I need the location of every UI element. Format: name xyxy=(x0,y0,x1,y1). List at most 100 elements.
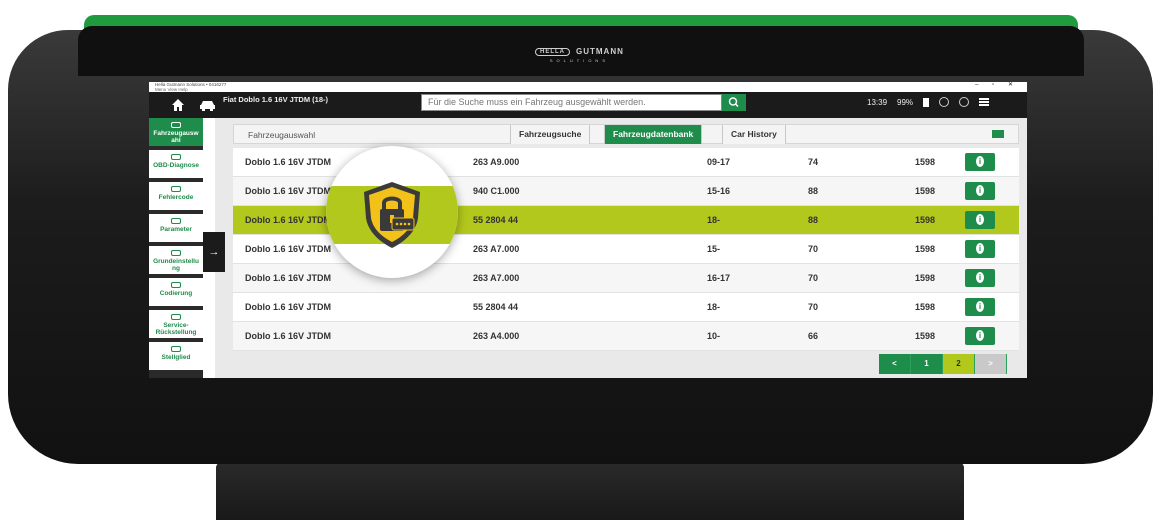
window-controls[interactable]: – ▫ ✕ xyxy=(975,82,1019,88)
power-kw: 74 xyxy=(808,157,819,167)
build-years: 15-16 xyxy=(707,186,731,196)
power-kw: 88 xyxy=(808,215,819,225)
window-titlebar: Hella Gutmann Solutions • 0416277 Menu V… xyxy=(149,82,1027,92)
clock: 13:39 xyxy=(867,97,888,107)
pager-prev-button[interactable]: < xyxy=(879,354,911,374)
brand-sub: SOLUTIONS xyxy=(549,58,609,63)
tab-car-history[interactable]: Car History xyxy=(722,125,786,144)
brand-logo: HELLA GUTMANN SOLUTIONS xyxy=(535,47,624,63)
sidebar-item-label: Grundeinstellu ng xyxy=(153,258,199,272)
connection-icon[interactable] xyxy=(959,97,970,107)
info-icon[interactable] xyxy=(965,298,995,316)
sidebar-expand-button[interactable]: → xyxy=(203,232,225,272)
power-kw: 66 xyxy=(808,331,819,341)
pager-next-button[interactable]: > xyxy=(975,354,1007,374)
home-icon[interactable] xyxy=(171,98,185,112)
tab-fahrzeugdatenbank[interactable]: Fahrzeugdatenbank xyxy=(604,125,703,144)
sidebar-item-label: OBD-Diagnose xyxy=(153,162,199,169)
table-row[interactable]: Doblo 1.6 16V JTDM 263 A7.000 16-17 70 1… xyxy=(233,264,1019,293)
settings-icon[interactable] xyxy=(939,97,950,107)
coding-icon xyxy=(171,282,181,288)
displacement: 1598 xyxy=(915,302,936,312)
power-kw: 70 xyxy=(808,302,819,312)
pager-page-2[interactable]: 2 xyxy=(943,354,975,374)
sidebar-item-label: Service-Rückstellung xyxy=(155,322,197,336)
tab-bar: Fahrzeugauswahl Fahrzeugsuche Fahrzeugda… xyxy=(233,124,1019,144)
sidebar-item-obd-diagnose[interactable]: OBD-Diagnose xyxy=(149,150,203,180)
obd-icon xyxy=(171,154,181,160)
displacement: 1598 xyxy=(915,273,936,283)
wrench-icon xyxy=(171,250,181,256)
device-screen: Hella Gutmann Solutions • 0416277 Menu V… xyxy=(149,82,1027,378)
engine-code: 263 A9.000 xyxy=(473,157,520,167)
vehicle-name: Doblo 1.6 16V JTDM xyxy=(245,302,332,312)
security-magnifier xyxy=(326,146,458,278)
engine-code: 263 A7.000 xyxy=(473,273,520,283)
power-kw: 88 xyxy=(808,186,819,196)
power-kw: 70 xyxy=(808,273,819,283)
sidebar-item-label: Fehlercode xyxy=(158,194,194,201)
displacement: 1598 xyxy=(915,244,936,254)
engine-code: 263 A7.000 xyxy=(473,244,520,254)
displacement: 1598 xyxy=(915,186,936,196)
sidebar-item-codierung[interactable]: Codierung xyxy=(149,278,203,308)
table-row[interactable]: Doblo 1.6 16V JTDM 55 2804 44 18- 70 159… xyxy=(233,293,1019,322)
sidebar-item-service[interactable]: Service-Rückstellung xyxy=(149,310,203,340)
menu-icon[interactable] xyxy=(979,98,990,106)
sidebar-item-label: Codierung xyxy=(159,290,193,297)
displacement: 1598 xyxy=(915,215,936,225)
sidebar-item-label: Parameter xyxy=(160,226,192,233)
selected-vehicle: Fiat Doblo 1.6 16V JTDM (18-) xyxy=(223,95,329,104)
sidebar-item-parameter[interactable]: Parameter xyxy=(149,214,203,244)
search-icon xyxy=(728,97,739,108)
build-years: 10- xyxy=(707,331,721,341)
sidebar-item-grundeinstellung[interactable]: Grundeinstellu ng xyxy=(149,246,203,276)
service-icon xyxy=(171,314,181,320)
sidebar-item-label: Fahrzeugausw ahl xyxy=(153,130,199,144)
search-button[interactable] xyxy=(722,94,746,111)
info-icon[interactable] xyxy=(965,182,995,200)
table-row[interactable]: Doblo 1.6 16V JTDM 263 A4.000 10- 66 159… xyxy=(233,322,1019,351)
sidebar-item-label: Stellglied xyxy=(161,354,191,361)
tab-fahrzeugsuche[interactable]: Fahrzeugsuche xyxy=(510,125,591,144)
sidebar-item-fehlercode[interactable]: Fehlercode xyxy=(149,182,203,212)
flag-icon[interactable] xyxy=(992,130,1004,138)
build-years: 18- xyxy=(707,215,721,225)
sidebar-item-fahrzeugauswahl[interactable]: Fahrzeugausw ahl xyxy=(149,118,203,148)
actuator-icon xyxy=(171,346,181,352)
vehicle-name: Doblo 1.6 16V JTDM xyxy=(245,186,332,196)
vehicle-name: Doblo 1.6 16V JTDM xyxy=(245,215,332,225)
power-kw: 70 xyxy=(808,244,819,254)
info-icon[interactable] xyxy=(965,327,995,345)
engine-code: 55 2804 44 xyxy=(473,302,519,312)
brand-main: GUTMANN xyxy=(576,47,624,56)
parameter-icon xyxy=(171,218,181,224)
info-icon[interactable] xyxy=(965,240,995,258)
search-input[interactable]: Für die Suche muss ein Fahrzeug ausgewäh… xyxy=(421,94,722,111)
sidebar-item-stellglied[interactable]: Stellglied xyxy=(149,342,203,372)
pagination: < 1 2 > xyxy=(879,354,1007,374)
pager-page-1[interactable]: 1 xyxy=(911,354,943,374)
error-code-icon xyxy=(171,186,181,192)
vehicle-name: Doblo 1.6 16V JTDM xyxy=(245,331,332,341)
battery-level: 99% xyxy=(897,97,914,107)
car-icon xyxy=(171,122,181,128)
info-icon[interactable] xyxy=(965,153,995,171)
build-years: 16-17 xyxy=(707,273,731,283)
car-icon[interactable] xyxy=(199,99,216,111)
build-years: 15- xyxy=(707,244,721,254)
info-icon[interactable] xyxy=(965,269,995,287)
info-icon[interactable] xyxy=(965,211,995,229)
battery-icon xyxy=(923,97,930,107)
engine-code: 940 C1.000 xyxy=(473,186,520,196)
displacement: 1598 xyxy=(915,331,936,341)
brand-oval: HELLA xyxy=(535,47,570,56)
build-years: 09-17 xyxy=(707,157,731,167)
top-bar: Fiat Doblo 1.6 16V JTDM (18-) Für die Su… xyxy=(149,92,1027,118)
displacement: 1598 xyxy=(915,157,936,167)
engine-code: 55 2804 44 xyxy=(473,215,519,225)
security-lock-shield-icon xyxy=(364,182,420,248)
product-photo: HELLA GUTMANN SOLUTIONS Hella Gutmann So… xyxy=(0,0,1161,520)
sidebar: Fahrzeugausw ahl OBD-Diagnose Fehlercode… xyxy=(149,118,203,378)
engine-code: 263 A4.000 xyxy=(473,331,520,341)
